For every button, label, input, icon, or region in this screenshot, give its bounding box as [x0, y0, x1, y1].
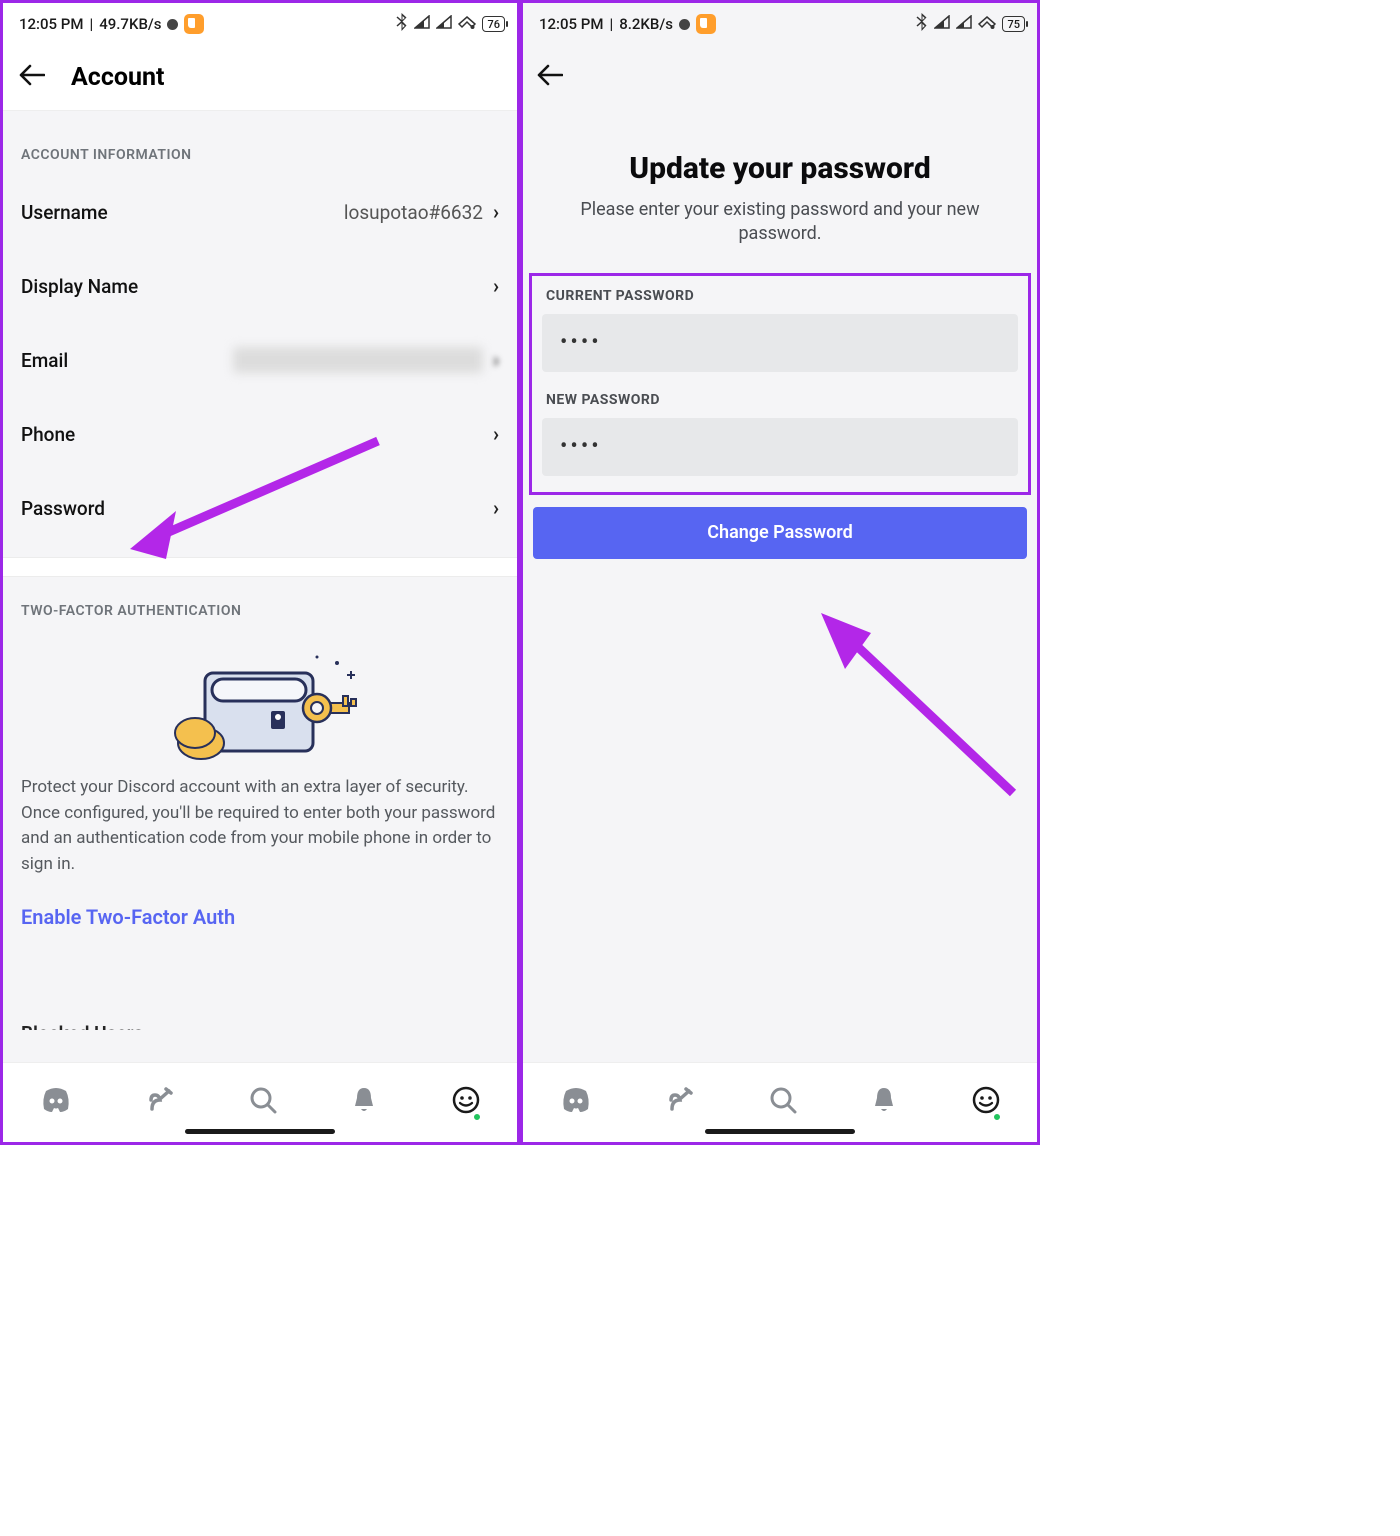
status-speed: 8.2KB/s [619, 15, 673, 33]
status-bar: 12:05 PM | 8.2KB/s 75 [523, 3, 1037, 45]
status-dot-icon [167, 19, 178, 30]
twofa-section-label: TWO-FACTOR AUTHENTICATION [3, 577, 517, 637]
twofa-illustration [3, 637, 517, 769]
status-dot-icon [679, 19, 690, 30]
section-divider [3, 557, 517, 577]
status-app-icon [184, 14, 204, 34]
row-label: Email [21, 349, 68, 372]
twofa-description: Protect your Discord account with an ext… [3, 769, 517, 895]
online-status-dot [472, 1112, 482, 1122]
wifi-icon [458, 15, 476, 34]
account-header: Account [3, 45, 517, 111]
home-handle[interactable] [185, 1129, 335, 1134]
row-label: Password [21, 497, 105, 520]
blocked-users-heading: Blocked Users [21, 1022, 143, 1030]
current-password-label: CURRENT PASSWORD [538, 282, 1022, 314]
online-status-dot [992, 1112, 1002, 1122]
row-label: Username [21, 201, 108, 224]
chevron-right-icon: › [493, 422, 499, 446]
nav-search-icon[interactable] [249, 1086, 277, 1120]
new-password-label: NEW PASSWORD [538, 386, 1022, 418]
row-password[interactable]: Password › [3, 477, 517, 539]
nav-discord-icon[interactable] [40, 1087, 72, 1119]
update-password-title: Update your password [523, 111, 1037, 198]
update-password-subtitle: Please enter your existing password and … [523, 198, 1037, 273]
nav-profile-icon[interactable] [972, 1086, 1000, 1120]
chevron-right-icon: › [493, 496, 499, 520]
nav-friends-icon[interactable] [667, 1087, 695, 1119]
signal1-icon [934, 15, 950, 33]
chevron-right-icon: › [493, 274, 499, 298]
bluetooth-icon [395, 13, 408, 36]
current-password-input[interactable]: •••• [542, 314, 1018, 372]
signal2-icon [436, 15, 452, 33]
password-form-highlight: CURRENT PASSWORD •••• NEW PASSWORD •••• [529, 273, 1031, 495]
back-arrow-icon[interactable] [537, 63, 563, 93]
nav-discord-icon[interactable] [560, 1087, 592, 1119]
nav-notifications-icon[interactable] [351, 1086, 377, 1120]
nav-notifications-icon[interactable] [871, 1086, 897, 1120]
status-speed: 49.7KB/s [99, 15, 161, 33]
status-app-icon [696, 14, 716, 34]
battery-icon: 76 [482, 16, 505, 32]
bluetooth-icon [915, 13, 928, 36]
nav-friends-icon[interactable] [147, 1087, 175, 1119]
row-label: Phone [21, 423, 75, 446]
wifi-icon [978, 15, 996, 34]
status-bar: 12:05 PM | 49.7KB/s 76 [3, 3, 517, 45]
enable-twofa-link[interactable]: Enable Two-Factor Auth [3, 895, 517, 963]
email-blurred-value [233, 347, 483, 373]
nav-profile-icon[interactable] [452, 1086, 480, 1120]
row-username[interactable]: Username losupotao#6632 › [3, 181, 517, 243]
page-title: Account [71, 63, 164, 92]
update-password-screen: 12:05 PM | 8.2KB/s 75 Update your passwo… [520, 0, 1040, 1145]
status-time: 12:05 PM [539, 15, 603, 33]
row-label: Display Name [21, 275, 138, 298]
row-phone[interactable]: Phone › [3, 403, 517, 465]
status-time: 12:05 PM [19, 15, 83, 33]
new-password-input[interactable]: •••• [542, 418, 1018, 476]
username-value: losupotao#6632 [344, 201, 483, 224]
signal2-icon [956, 15, 972, 33]
signal1-icon [414, 15, 430, 33]
row-display-name[interactable]: Display Name › [3, 255, 517, 317]
nav-search-icon[interactable] [769, 1086, 797, 1120]
back-arrow-icon[interactable] [19, 63, 45, 93]
change-password-button[interactable]: Change Password [533, 507, 1027, 559]
update-password-header [523, 45, 1037, 111]
chevron-right-icon: › [493, 348, 499, 372]
battery-icon: 75 [1002, 16, 1025, 32]
account-screen: 12:05 PM | 49.7KB/s 76 Account ACCOUNT I… [0, 0, 520, 1145]
annotation-arrow [803, 593, 1033, 817]
row-email[interactable]: Email › [3, 329, 517, 391]
account-info-section-label: ACCOUNT INFORMATION [3, 111, 517, 181]
home-handle[interactable] [705, 1129, 855, 1134]
chevron-right-icon: › [493, 200, 499, 224]
